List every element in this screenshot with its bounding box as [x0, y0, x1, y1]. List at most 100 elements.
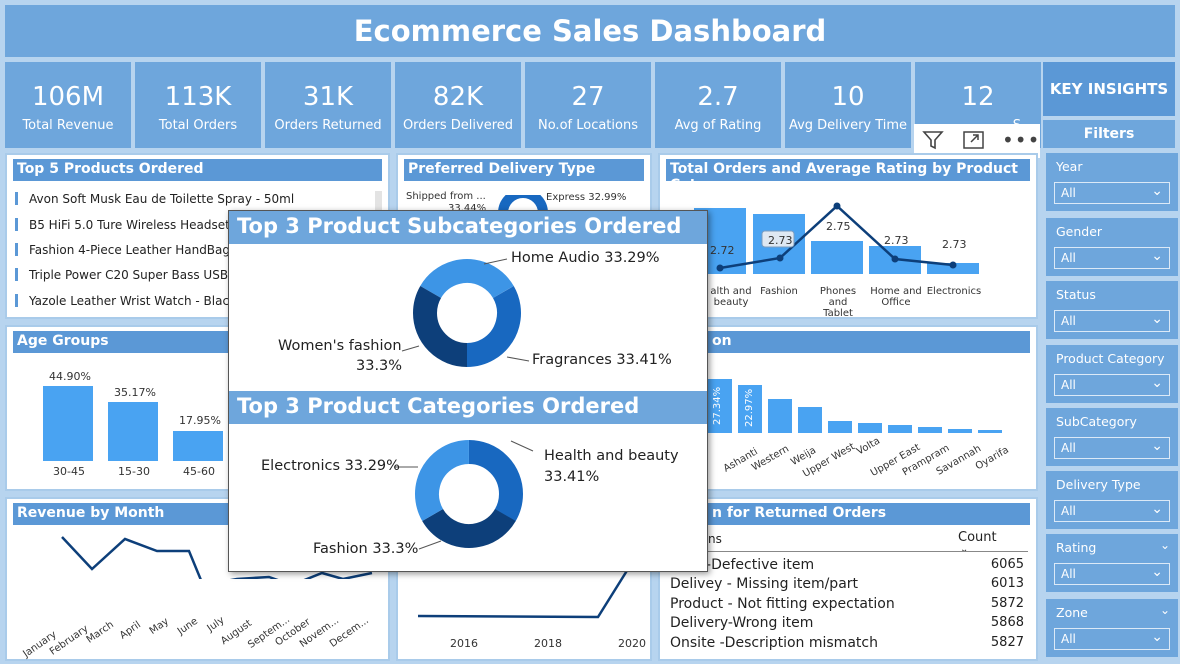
product-item[interactable]: Avon Soft Musk Eau de Toilette Spray - 5…	[15, 192, 294, 206]
sort-desc-icon[interactable]: ⌄	[960, 544, 968, 555]
panel-title: on	[666, 331, 1030, 353]
filter-title: SubCategory	[1056, 414, 1137, 429]
kpi-label: Orders Delivered	[402, 118, 514, 133]
rating-label: 2.73	[884, 234, 909, 247]
rating-point	[949, 261, 957, 269]
location-bar	[918, 427, 942, 433]
category-label-health-beauty-pct: 33.41%	[544, 469, 600, 485]
chevron-down-icon: ⌄	[1151, 248, 1163, 264]
age-pct: 44.90%	[49, 370, 91, 383]
chevron-down-icon: ⌄	[1151, 311, 1163, 327]
location-bar	[948, 429, 972, 433]
age-bar	[173, 431, 223, 461]
chevron-down-icon: ⌄	[1151, 375, 1163, 391]
filter-title: Gender	[1056, 224, 1103, 239]
month-label: June	[175, 615, 200, 638]
collapse-chevron-icon[interactable]: ⌄	[1160, 603, 1170, 617]
chevron-down-icon: ⌄	[1151, 564, 1163, 580]
category-label: Fashion	[760, 286, 798, 297]
filters-heading: Filters	[1043, 120, 1175, 148]
filter-delivery-type: Delivery Type All ⌄	[1046, 471, 1178, 529]
category-label-electronics: Electronics 33.29%	[261, 458, 400, 474]
location-bar	[858, 423, 882, 433]
location-panel: on 27.34% 22.97% Ashanti Western Weija U…	[658, 325, 1038, 491]
key-insights-button[interactable]: KEY INSIGHTS	[1043, 62, 1175, 116]
table-row: y-Defective item 6065	[670, 557, 1028, 573]
filter-title: Year	[1056, 159, 1083, 174]
product-name: B5 HiFi 5.0 Ture Wireless Headsets a	[29, 218, 248, 232]
category-panel: Total Orders and Average Rating by Produ…	[658, 153, 1038, 319]
list-marker	[15, 192, 18, 205]
rating-point	[716, 264, 724, 272]
kpi-value: 82K	[432, 82, 484, 112]
dropdown-value: All	[1061, 441, 1076, 455]
reason-cell: Delivery-Wrong item	[670, 615, 814, 631]
reason-cell: Delivey - Missing item/part	[670, 576, 859, 592]
product-item[interactable]: Yazole Leather Wrist Watch - Black	[15, 294, 236, 308]
count-cell: 6013	[990, 576, 1024, 591]
count-cell: 6065	[990, 557, 1024, 572]
kpi-value: 31K	[302, 82, 354, 112]
dropdown-value: All	[1061, 251, 1076, 265]
rating-label: 2.72	[710, 244, 735, 257]
filter-title: Delivery Type	[1056, 477, 1141, 492]
location-label: Volta	[854, 435, 883, 458]
category-label-health-beauty: Health and beauty	[544, 448, 679, 464]
product-name: Avon Soft Musk Eau de Toilette Spray - 5…	[29, 192, 295, 206]
month-label: July	[205, 614, 227, 635]
filter-product-category-dropdown[interactable]: All ⌄	[1054, 374, 1170, 396]
panel-title: Preferred Delivery Type	[404, 159, 644, 181]
product-item[interactable]: B5 HiFi 5.0 Ture Wireless Headsets a	[15, 218, 247, 232]
kpi-card-avg-rating: 2.7 Avg of Rating	[655, 62, 781, 148]
filter-title: Rating	[1056, 540, 1097, 555]
filter-product-category: Product Category All ⌄	[1046, 345, 1178, 403]
table-row: Product - Not fitting expectation 5872	[670, 596, 1028, 612]
category-label: Home and Office	[870, 286, 922, 308]
age-label: 45-60	[183, 465, 215, 478]
product-name: Triple Power C20 Super Bass USB B	[29, 268, 241, 282]
count-cell: 5872	[990, 596, 1024, 611]
kpi-card-total-revenue: 106M Total Revenue	[5, 62, 131, 148]
filter-title: Product Category	[1056, 351, 1165, 366]
popup-category-title: Top 3 Product Categories Ordered	[229, 391, 707, 424]
filter-icon[interactable]	[922, 129, 944, 156]
delivery-type-panel: Preferred Delivery Type Shipped from ...…	[396, 153, 652, 214]
list-marker	[15, 243, 18, 256]
panel-title: n for Returned Orders	[666, 503, 1030, 525]
filter-subcategory-dropdown[interactable]: All ⌄	[1054, 437, 1170, 459]
chevron-down-icon: ⌄	[1151, 501, 1163, 517]
category-label: Electronics	[926, 286, 982, 297]
column-header-count[interactable]: Count	[958, 530, 997, 545]
age-pct: 17.95%	[179, 414, 221, 427]
reason-cell: Product - Not fitting expectation	[670, 596, 895, 612]
dropdown-value: All	[1061, 567, 1076, 581]
focus-mode-icon[interactable]	[962, 129, 986, 156]
filter-zone-dropdown[interactable]: All ⌄	[1054, 628, 1170, 650]
category-label: alth and beauty	[710, 286, 752, 308]
filter-delivery-type-dropdown[interactable]: All ⌄	[1054, 500, 1170, 522]
product-name: Fashion 4-Piece Leather HandBag S	[29, 243, 242, 257]
filter-status: Status All ⌄	[1046, 281, 1178, 339]
filter-gender-dropdown[interactable]: All ⌄	[1054, 247, 1170, 269]
product-item[interactable]: Fashion 4-Piece Leather HandBag S	[15, 243, 241, 257]
filter-year-dropdown[interactable]: All ⌄	[1054, 182, 1170, 204]
product-item[interactable]: Triple Power C20 Super Bass USB B	[15, 268, 240, 282]
more-options-icon[interactable]: •••	[1002, 128, 1040, 152]
column-header-reason[interactable]: ns	[708, 532, 722, 546]
kpi-label: Orders Returned	[274, 118, 382, 133]
year-line	[417, 568, 630, 619]
reason-cell: y-Defective item	[698, 557, 815, 573]
filter-status-dropdown[interactable]: All ⌄	[1054, 310, 1170, 332]
count-cell: 5868	[990, 615, 1024, 630]
year-label: 2020	[618, 637, 646, 650]
kpi-card-avg-delivery-time: 10 Avg Delivery Time	[785, 62, 911, 148]
category-label: Phones and Tablet	[819, 286, 857, 319]
kpi-card-total-orders: 113K Total Orders	[135, 62, 261, 148]
panel-title-text: n for Returned Orders	[712, 505, 887, 521]
rating-point	[776, 254, 784, 262]
dropdown-value: All	[1061, 314, 1076, 328]
location-bar	[768, 399, 792, 433]
kpi-value: 10	[831, 82, 865, 112]
collapse-chevron-icon[interactable]: ⌄	[1160, 538, 1170, 552]
filter-rating-dropdown[interactable]: All ⌄	[1054, 563, 1170, 585]
